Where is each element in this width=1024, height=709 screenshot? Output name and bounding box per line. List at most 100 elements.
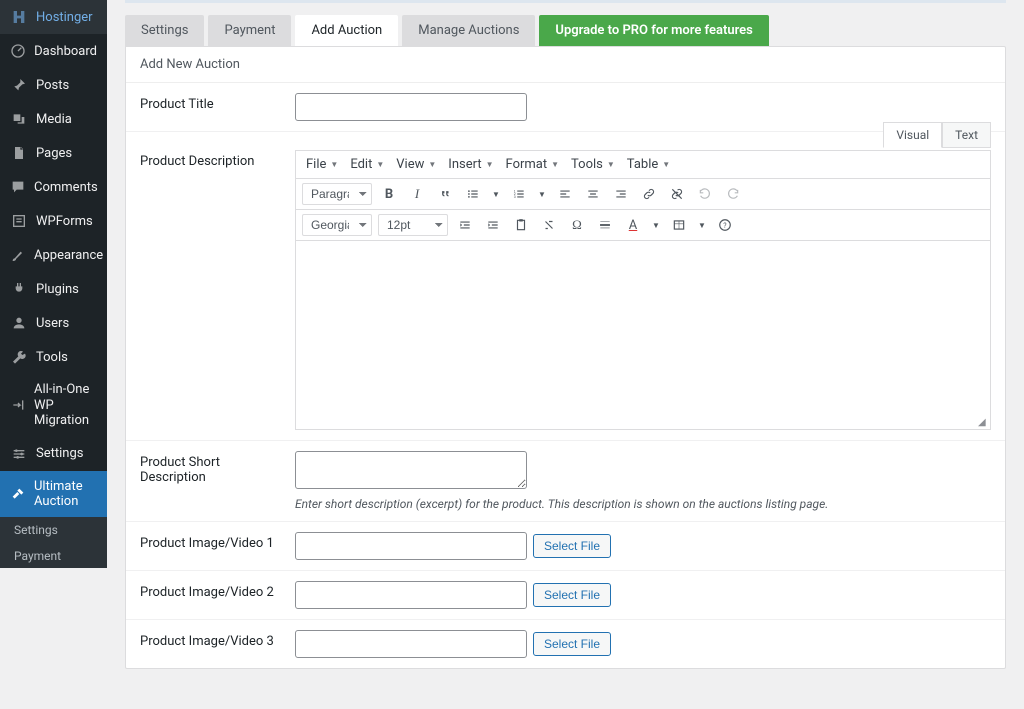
sidebar-item-ultimate-auction[interactable]: Ultimate Auction (0, 471, 107, 517)
row-product-title: Product Title (126, 83, 1005, 132)
sidebar-label: Ultimate Auction (34, 479, 97, 509)
media-icon (10, 110, 28, 128)
submenu-payment[interactable]: Payment (0, 543, 107, 568)
dashboard-icon (10, 42, 26, 60)
blockquote-button[interactable] (434, 183, 456, 205)
select-file-3-button[interactable]: Select File (533, 632, 611, 656)
page-tabs: Settings Payment Add Auction Manage Auct… (125, 15, 1006, 46)
table-insert-button[interactable] (668, 214, 690, 236)
menu-view[interactable]: View▼ (396, 157, 436, 172)
label-short-description: Product Short Description (140, 451, 275, 485)
sidebar-item-posts[interactable]: Posts (0, 68, 107, 102)
editor-toolbar-2: Georgia 12pt Ω A ▼ ▼ ? (295, 209, 991, 240)
tab-settings[interactable]: Settings (125, 15, 204, 46)
redo-button[interactable] (722, 183, 744, 205)
editor-menubar: File▼ Edit▼ View▼ Insert▼ Format▼ Tools▼… (295, 150, 991, 178)
input-product-title[interactable] (295, 93, 527, 121)
sidebar-label: Plugins (36, 282, 79, 297)
select-font[interactable]: Georgia (302, 214, 372, 236)
number-list-button[interactable]: 123 (508, 183, 530, 205)
menu-edit[interactable]: Edit▼ (350, 157, 384, 172)
menu-file[interactable]: File▼ (306, 157, 338, 172)
sidebar-item-plugins[interactable]: Plugins (0, 272, 107, 306)
text-color-dropdown[interactable]: ▼ (650, 214, 662, 236)
menu-format[interactable]: Format▼ (506, 157, 560, 172)
tab-manage-auctions[interactable]: Manage Auctions (402, 15, 535, 46)
indent-button[interactable] (482, 214, 504, 236)
sidebar-item-appearance[interactable]: Appearance (0, 238, 107, 272)
hr-button[interactable] (594, 214, 616, 236)
input-image-1[interactable] (295, 532, 527, 560)
text-color-button[interactable]: A (622, 214, 644, 236)
input-image-3[interactable] (295, 630, 527, 658)
label-product-description: Product Description (140, 150, 275, 169)
select-file-1-button[interactable]: Select File (533, 534, 611, 558)
pin-icon (10, 76, 28, 94)
hostinger-icon (10, 8, 28, 26)
unlink-button[interactable] (666, 183, 688, 205)
select-paragraph[interactable]: Paragraph (302, 183, 372, 205)
resize-handle-icon[interactable]: ◢ (978, 417, 988, 427)
sidebar-label: Media (36, 112, 72, 127)
editor-mode-tabs: Visual Text (883, 122, 991, 148)
align-left-button[interactable] (554, 183, 576, 205)
sidebar-item-comments[interactable]: Comments (0, 170, 107, 204)
bold-button[interactable]: B (378, 183, 400, 205)
row-image-3: Product Image/Video 3 Select File (126, 620, 1005, 668)
bullet-list-dropdown[interactable]: ▼ (490, 183, 502, 205)
comment-icon (10, 178, 26, 196)
sidebar-label: Posts (36, 78, 69, 93)
menu-tools[interactable]: Tools▼ (571, 157, 615, 172)
table-dropdown[interactable]: ▼ (696, 214, 708, 236)
form-icon (10, 212, 28, 230)
editor-content-area[interactable]: ◢ (295, 240, 991, 430)
paste-button[interactable] (510, 214, 532, 236)
row-short-description: Product Short Description Enter short de… (126, 441, 1005, 522)
input-image-2[interactable] (295, 581, 527, 609)
sidebar-item-settings[interactable]: Settings (0, 437, 107, 471)
svg-text:?: ? (723, 222, 727, 230)
form-panel: Add New Auction Product Title Product De… (125, 46, 1006, 669)
editor-tab-text[interactable]: Text (942, 122, 991, 148)
sidebar-item-media[interactable]: Media (0, 102, 107, 136)
submenu-settings[interactable]: Settings (0, 517, 107, 543)
clear-format-button[interactable] (538, 214, 560, 236)
select-file-2-button[interactable]: Select File (533, 583, 611, 607)
sidebar-item-wpforms[interactable]: WPForms (0, 204, 107, 238)
sidebar-item-pages[interactable]: Pages (0, 136, 107, 170)
svg-text:3: 3 (514, 195, 516, 199)
menu-insert[interactable]: Insert▼ (448, 157, 493, 172)
label-image-2: Product Image/Video 2 (140, 581, 275, 600)
outdent-button[interactable] (454, 214, 476, 236)
tab-add-auction[interactable]: Add Auction (295, 15, 398, 46)
align-right-button[interactable] (610, 183, 632, 205)
select-size[interactable]: 12pt (378, 214, 448, 236)
sidebar-label: Dashboard (34, 44, 97, 59)
pages-icon (10, 144, 28, 162)
bullet-list-button[interactable] (462, 183, 484, 205)
sidebar-item-users[interactable]: Users (0, 306, 107, 340)
input-short-description[interactable] (295, 451, 527, 489)
tab-upgrade-pro[interactable]: Upgrade to PRO for more features (539, 15, 768, 46)
link-button[interactable] (638, 183, 660, 205)
plug-icon (10, 280, 28, 298)
help-button[interactable]: ? (714, 214, 736, 236)
main-content: Settings Payment Add Auction Manage Auct… (107, 0, 1024, 709)
number-list-dropdown[interactable]: ▼ (536, 183, 548, 205)
special-char-button[interactable]: Ω (566, 214, 588, 236)
sidebar-label: Appearance (34, 248, 103, 263)
sidebar-item-dashboard[interactable]: Dashboard (0, 34, 107, 68)
sidebar-item-migration[interactable]: All-in-One WP Migration (0, 374, 107, 437)
rich-editor: Visual Text File▼ Edit▼ View▼ Insert▼ Fo… (295, 150, 991, 430)
row-image-1: Product Image/Video 1 Select File (126, 522, 1005, 571)
undo-button[interactable] (694, 183, 716, 205)
menu-table[interactable]: Table▼ (627, 157, 670, 172)
top-border (125, 0, 1006, 3)
sidebar-item-hostinger[interactable]: Hostinger (0, 0, 107, 34)
tab-payment[interactable]: Payment (208, 15, 291, 46)
editor-tab-visual[interactable]: Visual (883, 122, 942, 148)
sidebar-label: Comments (34, 180, 98, 195)
align-center-button[interactable] (582, 183, 604, 205)
italic-button[interactable]: I (406, 183, 428, 205)
sidebar-item-tools[interactable]: Tools (0, 340, 107, 374)
